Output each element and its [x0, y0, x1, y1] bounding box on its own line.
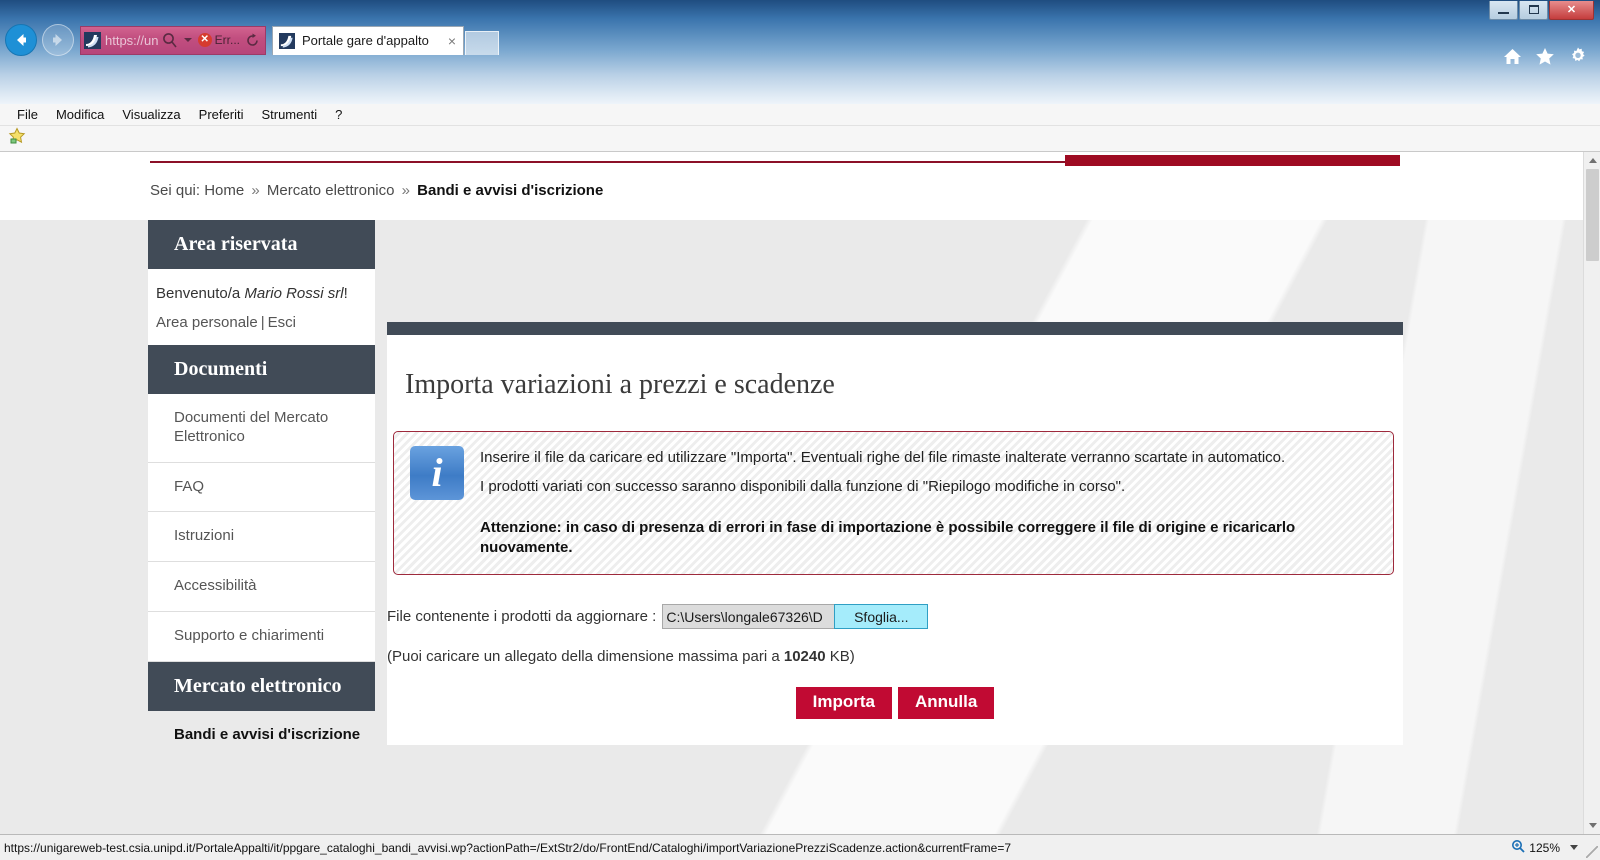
favorites-star-icon[interactable] [8, 127, 26, 150]
status-bar: https://unigareweb-test.csia.unipd.it/Po… [0, 834, 1600, 860]
new-tab-button[interactable] [465, 30, 499, 55]
scroll-down-button[interactable] [1584, 817, 1600, 834]
sidebar-section-area-riservata-header: Area riservata [148, 220, 375, 269]
scroll-up-button[interactable] [1584, 152, 1600, 169]
page-content: Sei qui: Home » Mercato elettronico » Ba… [0, 152, 1583, 834]
status-bar-url: https://unigareweb-test.csia.unipd.it/Po… [4, 840, 1012, 855]
certificate-error-indicator[interactable]: ✕ Err... [197, 33, 240, 47]
sidebar-section-documenti-header: Documenti [148, 345, 375, 394]
menu-item-preferiti[interactable]: Preferiti [190, 107, 253, 122]
cancel-button[interactable]: Annulla [898, 687, 995, 719]
settings-icon[interactable] [1568, 46, 1588, 66]
chevron-down-icon[interactable] [1570, 845, 1578, 850]
page-scrollbar[interactable] [1583, 152, 1600, 834]
tab-portale-gare[interactable]: Portale gare d'appalto × [272, 25, 464, 55]
sidebar-item-supporto-e-chiarimenti[interactable]: Supporto e chiarimenti [148, 611, 375, 662]
main-panel-topbar [387, 322, 1403, 335]
tab-favicon [279, 32, 295, 49]
menu-item-modifica[interactable]: Modifica [47, 107, 113, 122]
hint-prefix: (Puoi caricare un allegato della dimensi… [387, 648, 780, 665]
file-input[interactable]: C:\Users\longale67326\D Sfoglia... [662, 604, 929, 629]
sidebar-item-istruzioni[interactable]: Istruzioni [148, 512, 375, 562]
page-viewport: Sei qui: Home » Mercato elettronico » Ba… [0, 152, 1600, 834]
sidebar: Area riservata Benvenuto/a Mario Rossi s… [148, 220, 375, 760]
sidebar-section-area-riservata-body: Benvenuto/a Mario Rossi srl! Area person… [148, 269, 375, 345]
main-panel-body: Importa variazioni a prezzi e scadenze i… [387, 335, 1403, 745]
link-esci[interactable]: Esci [268, 314, 296, 331]
info-icon: i [410, 446, 464, 500]
error-icon: ✕ [197, 33, 212, 47]
menu-item-visualizza[interactable]: Visualizza [113, 107, 189, 122]
forward-button[interactable] [42, 24, 74, 56]
scrollbar-thumb[interactable] [1586, 169, 1599, 261]
max-size-hint: (Puoi caricare un allegato della dimensi… [387, 629, 1403, 665]
tab-title: Portale gare d'appalto [302, 33, 429, 48]
browser-nav-row: https://uni... ✕ Err... [0, 20, 1600, 65]
page-body: Area riservata Benvenuto/a Mario Rossi s… [0, 152, 1583, 834]
address-bar[interactable]: https://uni... ✕ Err... [80, 25, 266, 55]
info-line-2: I prodotti variati con successo saranno … [480, 478, 1126, 496]
browser-tools [1503, 46, 1588, 66]
file-upload-row: File contenente i prodotti da aggiornare… [387, 575, 1403, 629]
info-box: i Inserire il file da caricare ed utiliz… [393, 431, 1394, 575]
browser-titlebar: ✕ https://uni... [0, 0, 1600, 104]
error-label: Err... [214, 33, 240, 47]
favorites-bar [0, 126, 1600, 152]
account-links: Area personale | Esci [148, 306, 375, 335]
search-icon[interactable] [161, 31, 179, 49]
welcome-prefix: Benvenuto/a [156, 285, 241, 302]
favorites-icon[interactable] [1535, 47, 1555, 66]
tab-strip: Portale gare d'appalto × [272, 25, 499, 55]
menu-item-file[interactable]: File [8, 107, 47, 122]
file-field-label: File contenente i prodotti da aggiornare… [387, 608, 657, 625]
chevron-down-icon[interactable] [183, 35, 193, 45]
sidebar-item-accessibilita[interactable]: Accessibilità [148, 562, 375, 612]
zoom-in-icon[interactable] [1511, 839, 1525, 856]
back-button[interactable] [5, 24, 37, 56]
sidebar-item-faq[interactable]: FAQ [148, 462, 375, 513]
sidebar-item-bandi-e-avvisi-iscrizione[interactable]: Bandi e avvisi d'iscrizione [148, 710, 375, 760]
info-line-1: Inserire il file da caricare ed utilizza… [480, 449, 1286, 466]
menu-item-help[interactable]: ? [326, 107, 351, 122]
link-area-personale[interactable]: Area personale [156, 314, 258, 331]
page-title: Importa variazioni a prezzi e scadenze [405, 369, 835, 400]
minimize-button[interactable] [1489, 0, 1518, 20]
action-buttons: Importa Annulla [387, 665, 1403, 719]
zoom-level: 125% [1529, 840, 1560, 855]
welcome-message: Benvenuto/a Mario Rossi srl! [148, 281, 375, 306]
file-input-path[interactable]: C:\Users\longale67326\D [662, 604, 835, 629]
tab-close-icon[interactable]: × [445, 33, 459, 49]
link-divider: | [260, 314, 265, 331]
main-panel: Importa variazioni a prezzi e scadenze i… [387, 322, 1403, 745]
close-button[interactable]: ✕ [1549, 0, 1594, 20]
info-box-text: Inserire il file da caricare ed utilizza… [480, 446, 1377, 558]
hint-suffix: KB) [829, 648, 855, 665]
welcome-suffix: ! [343, 285, 348, 302]
zoom-indicator[interactable]: 125% [1511, 835, 1578, 860]
hint-size: 10240 [783, 648, 826, 665]
info-warning: Attenzione: in caso di presenza di error… [480, 518, 1296, 556]
import-button[interactable]: Importa [795, 687, 892, 719]
welcome-user: Mario Rossi srl [244, 285, 344, 302]
address-bar-text: https://uni... [105, 32, 159, 48]
sidebar-item-documenti-mercato-elettronico[interactable]: Documenti del Mercato Elettronico [148, 394, 375, 463]
site-favicon [84, 31, 101, 49]
resize-grip[interactable] [1586, 846, 1598, 858]
browser-window: ✕ https://uni... [0, 0, 1600, 860]
window-controls: ✕ [1488, 0, 1594, 20]
menu-item-strumenti[interactable]: Strumenti [252, 107, 326, 122]
menu-bar: File Modifica Visualizza Preferiti Strum… [0, 104, 1600, 126]
browse-button[interactable]: Sfoglia... [834, 604, 929, 629]
home-icon[interactable] [1503, 47, 1522, 66]
maximize-button[interactable] [1519, 0, 1548, 20]
sidebar-section-mercato-elettronico-header: Mercato elettronico [148, 661, 375, 711]
refresh-icon[interactable] [245, 33, 260, 48]
